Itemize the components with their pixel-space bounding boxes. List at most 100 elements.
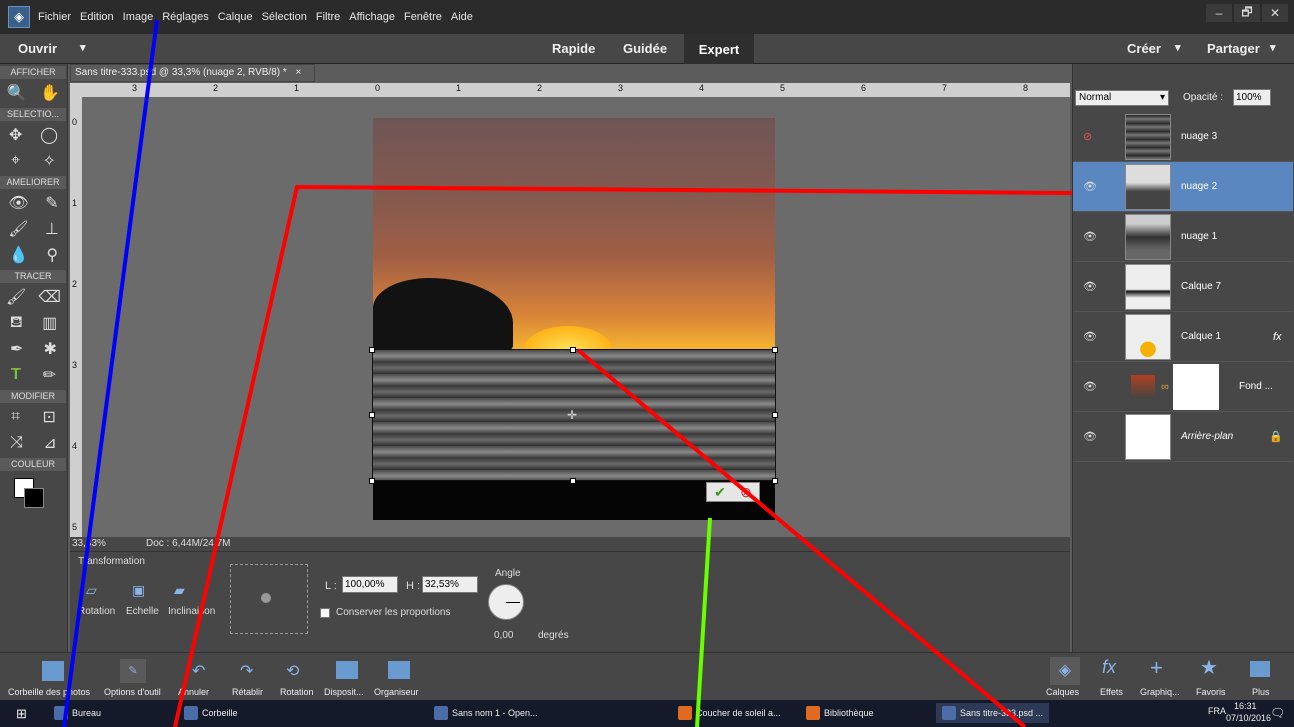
blend-mode-select[interactable]: Normal ▾ — [1075, 90, 1169, 106]
transform-center-icon[interactable]: ✛ — [567, 408, 577, 422]
graphics-label[interactable]: Graphiq... — [1140, 687, 1180, 697]
transform-handle[interactable] — [570, 347, 576, 353]
layer-row[interactable]: 👁 Calque 7 — [1073, 262, 1293, 312]
zoom-tool-icon[interactable]: 🔍 — [7, 83, 27, 103]
mode-rapide[interactable]: Rapide — [552, 41, 595, 56]
menu-reglages[interactable]: Réglages — [162, 11, 208, 23]
layout-icon[interactable] — [336, 661, 358, 679]
taskbar-item[interactable]: Bibliothèque — [806, 706, 874, 720]
taskbar-item-active[interactable]: Sans titre-333.psd ... — [936, 703, 1050, 723]
keep-proportions-checkbox[interactable] — [320, 608, 330, 618]
content-aware-move-icon[interactable]: ⤨ — [10, 434, 23, 452]
straighten-tool-icon[interactable]: ⊿ — [43, 433, 56, 453]
background-color-swatch[interactable] — [24, 488, 44, 508]
eye-icon[interactable]: 👁 — [1083, 430, 1097, 443]
document-tab[interactable]: Sans titre-333.psd @ 33,3% (nuage 2, RVB… — [70, 64, 315, 82]
menu-affichage[interactable]: Affichage — [349, 11, 395, 23]
layout-label[interactable]: Disposit... — [324, 687, 364, 697]
clock-time[interactable]: 16:31 — [1234, 701, 1257, 711]
menu-selection[interactable]: Sélection — [262, 11, 307, 23]
cancel-icon[interactable]: ⊘ — [733, 483, 759, 501]
keep-proportions-label[interactable]: Conserver les proportions — [336, 607, 451, 618]
windows-start-icon[interactable]: ⊞ — [16, 706, 27, 722]
close-button[interactable]: ✕ — [1262, 4, 1288, 22]
favorites-icon[interactable]: ★ — [1200, 655, 1218, 680]
undo-icon[interactable]: ↶ — [192, 661, 205, 681]
healing-brush-icon[interactable]: ✎ — [45, 193, 58, 213]
zoom-level[interactable]: 33,33% — [72, 538, 106, 549]
effects-icon[interactable]: fx — [1102, 657, 1116, 678]
layer-row[interactable]: 👁 ∞ Fond ... — [1073, 362, 1293, 412]
tool-options-icon[interactable]: ✎ — [120, 659, 146, 683]
organizer-icon[interactable] — [388, 661, 410, 679]
favorites-label[interactable]: Favoris — [1196, 687, 1226, 697]
fx-icon[interactable]: fx — [1273, 331, 1282, 343]
layers-panel-icon[interactable]: ◈ — [1050, 657, 1080, 685]
eye-icon[interactable]: 👁 — [1083, 380, 1097, 393]
organizer-label[interactable]: Organiseur — [374, 687, 419, 697]
transform-handle[interactable] — [570, 478, 576, 484]
lasso-tool-icon[interactable]: ⌖ — [11, 152, 20, 170]
pencil-tool-icon[interactable]: ✏ — [43, 365, 56, 385]
photo-bin-icon[interactable] — [42, 661, 64, 681]
redo-label[interactable]: Rétablir — [232, 687, 263, 697]
elements-app-icon[interactable]: ◈ — [8, 6, 30, 28]
eyedropper-icon[interactable]: ✒ — [10, 339, 23, 359]
lock-icon[interactable]: 🔒 — [1269, 430, 1283, 443]
create-dropdown-icon[interactable]: ▾ — [1175, 41, 1181, 54]
taskbar-item[interactable]: Sans nom 1 - Open... — [434, 706, 538, 720]
clock-date[interactable]: 07/10/2016 — [1226, 713, 1271, 723]
custom-shape-icon[interactable]: ✱ — [44, 339, 57, 359]
eye-icon[interactable]: 👁 — [1083, 180, 1097, 193]
menu-fenetre[interactable]: Fenêtre — [404, 11, 442, 23]
minimize-button[interactable]: – — [1206, 4, 1232, 22]
brush-tool-icon[interactable]: 🖌 — [6, 287, 26, 307]
red-eye-tool-icon[interactable]: 👁 — [8, 193, 28, 213]
eye-icon[interactable]: 👁 — [1083, 330, 1097, 343]
reference-point-grid[interactable] — [230, 564, 308, 634]
type-tool-icon[interactable]: T — [11, 366, 21, 384]
rotation-label[interactable]: Rotation — [78, 606, 115, 617]
commit-check-icon[interactable]: ✔ — [707, 483, 733, 501]
transform-handle[interactable] — [369, 412, 375, 418]
crop-tool-icon[interactable]: ⌗ — [11, 408, 20, 426]
transform-handle[interactable] — [772, 478, 778, 484]
menu-image[interactable]: Image — [123, 11, 154, 23]
tool-options-label[interactable]: Options d'outil — [104, 687, 161, 697]
notifications-icon[interactable]: 🗨 — [1270, 706, 1285, 720]
redo-icon[interactable]: ↷ — [240, 661, 253, 681]
skew-icon[interactable]: ▰ — [174, 582, 194, 598]
layer-row[interactable]: ⊘ nuage 3 — [1073, 112, 1293, 162]
clone-stamp-icon[interactable]: ⊥ — [45, 219, 59, 239]
transform-handle[interactable] — [772, 347, 778, 353]
mode-expert[interactable]: Expert — [684, 34, 754, 64]
ellipse-marquee-icon[interactable]: ◯ — [40, 125, 58, 145]
more-icon[interactable] — [1250, 661, 1270, 677]
mode-guidee[interactable]: Guidée — [623, 41, 667, 56]
share-button[interactable]: Partager — [1207, 41, 1260, 56]
hidden-eye-icon[interactable]: ⊘ — [1083, 130, 1092, 143]
rotate-icon[interactable]: ⟲ — [286, 661, 299, 681]
opacity-field[interactable] — [1233, 89, 1271, 106]
undo-label[interactable]: Annuler — [178, 687, 209, 697]
taskbar-item[interactable]: Bureau — [54, 706, 101, 720]
menu-edition[interactable]: Edition — [80, 11, 114, 23]
layer-row-selected[interactable]: 👁 nuage 2 — [1073, 162, 1293, 212]
skew-label[interactable]: Inclinaison — [168, 606, 215, 617]
paint-bucket-icon[interactable]: ⛾ — [10, 313, 23, 333]
photo-bin-label[interactable]: Corbeille des photos — [8, 687, 90, 697]
sponge-tool-icon[interactable]: ⚲ — [46, 245, 58, 265]
layer-row[interactable]: 👁 Calque 1 fx — [1073, 312, 1293, 362]
rotation-label[interactable]: Rotation — [280, 687, 314, 697]
smart-brush-icon[interactable]: 🖌 — [8, 219, 28, 239]
menu-fichier[interactable]: Fichier — [38, 11, 71, 23]
hand-tool-icon[interactable]: ✋ — [40, 83, 60, 103]
scale-icon[interactable]: ▣ — [132, 582, 152, 598]
magic-wand-icon[interactable]: ✧ — [42, 151, 55, 171]
close-tab-icon[interactable]: × — [296, 67, 302, 78]
taskbar-item[interactable]: Corbeille — [184, 706, 238, 720]
gradient-tool-icon[interactable]: ▥ — [42, 313, 57, 333]
angle-value[interactable]: 0,00 — [494, 630, 513, 641]
layer-row[interactable]: 👁 nuage 1 — [1073, 212, 1293, 262]
transform-handle[interactable] — [369, 347, 375, 353]
